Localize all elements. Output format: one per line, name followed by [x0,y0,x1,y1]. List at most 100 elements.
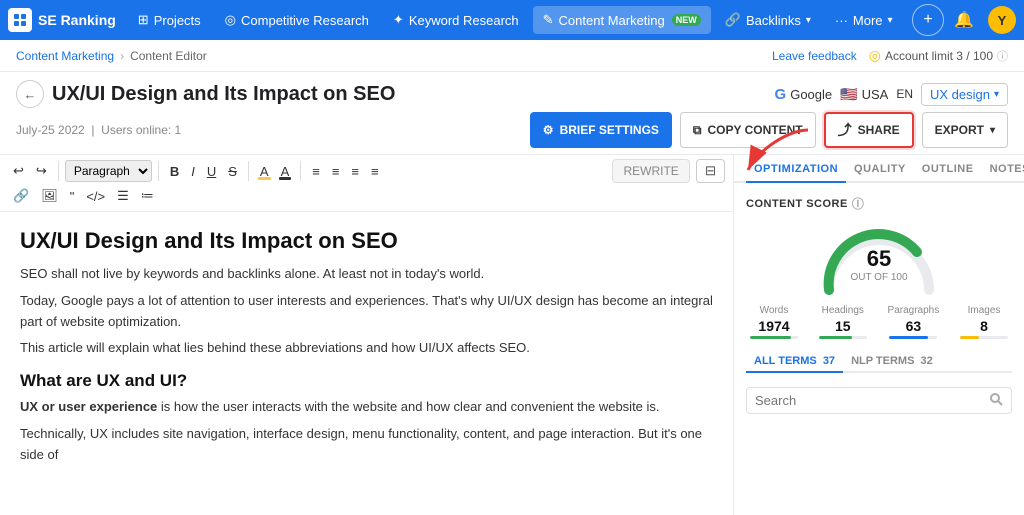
toolbar-sep-4 [300,161,301,181]
copy-icon: ⧉ [693,123,702,138]
tab-optimization[interactable]: OPTIMIZATION [746,155,846,183]
stats-row: Words 1974 Headings 15 Paragraphs 63 Ima… [746,305,1012,339]
align-justify-button[interactable]: ≡ [366,161,384,182]
page-title: UX/UI Design and Its Impact on SEO [52,83,395,106]
nav-content[interactable]: ✎ Content Marketing NEW [533,6,711,34]
strikethrough-button[interactable]: S [223,161,242,182]
logo-icon [8,8,32,32]
search-icon [989,392,1003,409]
highlight-button[interactable]: A [255,161,274,182]
terms-tab-nlp[interactable]: NLP TERMS 32 [843,349,941,373]
editor-para-1: SEO shall not live by keywords and backl… [20,264,713,285]
meta-users: Users online: 1 [101,123,181,137]
breadcrumb-content-marketing[interactable]: Content Marketing [16,49,114,63]
toolbar-sep-3 [248,161,249,181]
notification-button[interactable]: 🔔 [948,4,980,36]
breadcrumb: Content Marketing › Content Editor [16,49,207,63]
stat-paragraphs: Paragraphs 63 [888,305,940,339]
main-area: ↩ ↪ Paragraph B I U S A A [0,155,1024,515]
tab-notes[interactable]: NOTES [982,155,1024,183]
terms-tab-all[interactable]: ALL TERMS 37 [746,349,843,373]
text-color-button[interactable]: A [276,161,295,182]
keyword-icon: ✦ [393,12,404,28]
keyword-selector[interactable]: UX design ▾ [921,83,1008,106]
rewrite-button[interactable]: REWRITE [612,159,689,183]
ordered-list-button[interactable]: ≔ [136,185,159,207]
breadcrumb-content-editor: Content Editor [130,49,207,63]
align-center-button[interactable]: ≡ [327,161,345,182]
settings-icon: ⚙ [543,123,554,137]
page-meta-row: July-25 2022 | Users online: 1 ⚙ BRIEF S… [16,112,1008,148]
terms-search-input[interactable] [755,393,989,408]
editor-para-3: This article will explain what lies behi… [20,338,713,359]
bold-button[interactable]: B [165,161,184,182]
stat-bar-paragraphs [889,336,937,339]
image-button[interactable]: 🖼 [36,185,63,207]
meta-date: July-25 2022 [16,123,85,137]
nav-competitive[interactable]: ◎ Competitive Research [215,6,379,34]
image-icon: 🖼 [41,188,58,204]
underline-button[interactable]: U [202,161,221,182]
top-nav: SE Ranking ⊞ Projects ◎ Competitive Rese… [0,0,1024,40]
unordered-list-button[interactable]: ☰ [112,185,134,207]
redo-button[interactable]: ↪ [31,160,52,182]
toolbar-right: REWRITE ⊟ [612,159,725,183]
link-icon: 🔗 [13,188,29,204]
content-icon: ✎ [543,12,554,28]
add-button[interactable]: + [912,4,944,36]
terms-search-box[interactable] [746,387,1012,414]
editor-heading-1: UX/UI Design and Its Impact on SEO [20,228,713,254]
italic-button[interactable]: I [186,161,200,182]
chevron-down-icon-export: ▾ [990,125,995,136]
stat-bar-images [960,336,1008,339]
breadcrumb-bar: Content Marketing › Content Editor Leave… [0,40,1024,72]
brief-settings-button[interactable]: ⚙ BRIEF SETTINGS [530,112,672,148]
score-value: 65 OUT OF 100 [850,246,907,283]
editor-toolbar: ↩ ↪ Paragraph B I U S A A [0,155,733,212]
page-header: ← UX/UI Design and Its Impact on SEO G G… [0,72,1024,155]
quote-button[interactable]: " [65,186,80,207]
nav-projects[interactable]: ⊞ Projects [128,6,211,34]
editor-para-4: UX or user experience is how the user in… [20,397,713,418]
more-dots-icon: ··· [835,13,848,28]
chevron-down-icon: ▾ [806,15,811,26]
nav-backlinks[interactable]: 🔗 Backlinks ▾ [715,6,821,34]
tab-quality[interactable]: QUALITY [846,155,914,183]
panel-tabs: OPTIMIZATION QUALITY OUTLINE NOTES [734,155,1024,183]
user-avatar[interactable]: Y [988,6,1016,34]
breadcrumb-separator: › [120,49,124,63]
info-icon-score: ⓘ [852,195,865,212]
nav-keyword[interactable]: ✦ Keyword Research [383,6,529,34]
app-name: SE Ranking [38,12,116,28]
bell-icon: 🔔 [954,10,974,30]
info-icon-account: ⓘ [997,48,1008,64]
align-right-button[interactable]: ≡ [346,161,364,182]
nav-more[interactable]: ··· More ▾ [825,7,903,34]
editor-para-5: Technically, UX includes site navigation… [20,424,713,466]
score-gauge-wrap: 65 OUT OF 100 [746,220,1012,295]
projects-icon: ⊞ [138,12,149,28]
link-button[interactable]: 🔗 [8,185,34,207]
code-button[interactable]: </> [81,186,110,207]
align-left-button[interactable]: ≡ [307,161,325,182]
copy-content-button[interactable]: ⧉ COPY CONTENT [680,112,816,148]
list-icon: ☰ [117,188,129,204]
code-icon: </> [86,189,105,204]
undo-button[interactable]: ↩ [8,160,29,182]
page-actions: ⚙ BRIEF SETTINGS ⧉ COPY CONTENT ⤴ SHARE … [530,112,1008,148]
paragraph-select[interactable]: Paragraph [65,160,152,182]
leave-feedback-link[interactable]: Leave feedback [772,49,857,63]
back-button[interactable]: ← [16,80,44,108]
filter-button[interactable]: ⊟ [696,159,725,183]
title-actions: G Google 🇺🇸 USA EN UX design ▾ [775,83,1008,106]
share-button[interactable]: ⤴ SHARE [824,112,914,148]
stat-words: Words 1974 [750,305,798,339]
export-button[interactable]: EXPORT ▾ [922,112,1008,148]
app-logo[interactable]: SE Ranking [8,8,116,32]
panel-body: CONTENT SCORE ⓘ 65 OUT OF [734,183,1024,515]
google-icon: G [775,86,787,103]
tab-outline[interactable]: OUTLINE [914,155,982,183]
toolbar-sep-2 [158,161,159,181]
editor-content[interactable]: UX/UI Design and Its Impact on SEO SEO s… [0,212,733,515]
lang-label: EN [896,87,913,101]
